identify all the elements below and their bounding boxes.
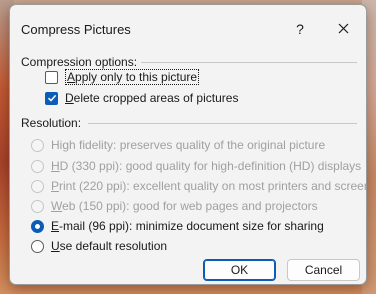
- apply-only-checkbox[interactable]: [45, 70, 58, 84]
- compress-pictures-dialog: Compress Pictures ? Compression options:…: [9, 4, 367, 285]
- dialog-title: Compress Pictures: [21, 22, 131, 37]
- radio-default-label: Use default resolution: [51, 239, 168, 253]
- radio-print[interactable]: [31, 179, 44, 193]
- ok-button[interactable]: OK: [203, 259, 276, 281]
- compression-options-label: Compression options:: [21, 55, 138, 69]
- apply-only-checkbox-row[interactable]: Apply only to this picture: [45, 68, 200, 86]
- radio-default-row[interactable]: Use default resolution: [31, 237, 167, 255]
- radio-print-label: Print (220 ppi): excellent quality on mo…: [51, 179, 367, 193]
- help-button[interactable]: ?: [288, 18, 312, 40]
- radio-hd-row[interactable]: HD (330 ppi): good quality for high-defi…: [31, 157, 361, 175]
- checkmark-icon: [47, 94, 56, 102]
- radio-email[interactable]: [31, 219, 44, 233]
- radio-high-fidelity-label: High fidelity: preserves quality of the …: [51, 138, 326, 152]
- resolution-label: Resolution:: [21, 116, 82, 130]
- delete-cropped-checkbox[interactable]: [45, 91, 58, 105]
- radio-print-row[interactable]: Print (220 ppi): excellent quality on mo…: [31, 177, 367, 195]
- cancel-button[interactable]: Cancel: [287, 259, 360, 281]
- radio-hd-label: HD (330 ppi): good quality for high-defi…: [51, 159, 362, 173]
- delete-cropped-label: Delete cropped areas of pictures: [65, 91, 239, 105]
- radio-email-label: E-mail (96 ppi): minimize document size …: [51, 219, 324, 233]
- radio-hd[interactable]: [31, 159, 44, 173]
- radio-default[interactable]: [31, 239, 44, 253]
- compression-divider: [141, 62, 357, 63]
- apply-only-label: Apply only to this picture: [65, 69, 200, 85]
- radio-email-row[interactable]: E-mail (96 ppi): minimize document size …: [31, 217, 324, 235]
- radio-high-fidelity[interactable]: [31, 138, 44, 152]
- delete-cropped-checkbox-row[interactable]: Delete cropped areas of pictures: [45, 89, 238, 107]
- radio-high-fidelity-row[interactable]: High fidelity: preserves quality of the …: [31, 136, 325, 154]
- close-button[interactable]: [330, 18, 356, 40]
- dialog-titlebar: Compress Pictures ?: [10, 5, 366, 49]
- radio-web[interactable]: [31, 199, 44, 213]
- radio-web-label: Web (150 ppi): good for web pages and pr…: [51, 199, 318, 213]
- resolution-divider: [88, 123, 357, 124]
- close-icon: [338, 23, 348, 34]
- radio-web-row[interactable]: Web (150 ppi): good for web pages and pr…: [31, 197, 318, 215]
